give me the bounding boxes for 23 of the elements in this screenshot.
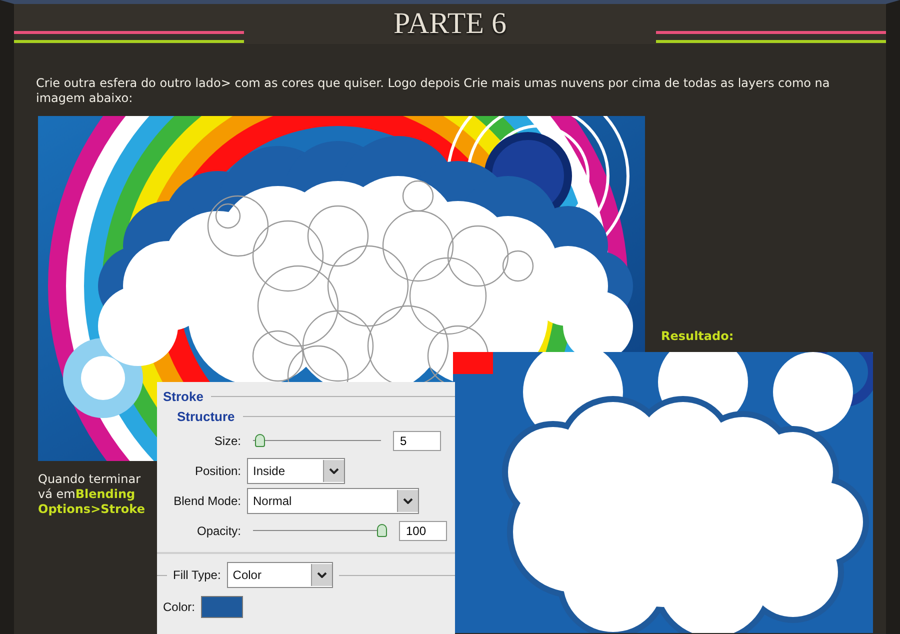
slider-thumb[interactable] — [377, 524, 387, 537]
field-label: Fill Type: — [173, 568, 221, 582]
page-title: PARTE 6 — [394, 7, 506, 41]
section-title: Structure — [177, 408, 235, 424]
field-label: Blend Mode: — [172, 494, 241, 508]
blend-mode-dropdown[interactable]: Normal — [247, 488, 419, 514]
field-label: Opacity: — [196, 524, 241, 538]
field-label: Position: — [194, 464, 241, 478]
chevron-down-icon — [329, 468, 339, 474]
color-swatch[interactable] — [201, 596, 244, 618]
field-label: Size: — [213, 434, 241, 448]
chevron-down-icon — [403, 498, 413, 504]
instruction-text: Quando terminar vá emBlending Options>Stroke — [38, 472, 146, 517]
position-dropdown[interactable]: Inside — [247, 458, 345, 484]
size-input[interactable]: 5 — [393, 431, 441, 451]
field-label: Color: — [162, 600, 196, 614]
opacity-input[interactable]: 100 — [399, 521, 447, 541]
group-title: Stroke — [163, 388, 204, 404]
result-label: Resultado: — [661, 329, 734, 343]
intro-text: Crie outra esfera do outro lado> com as cores que quiser. Logo depois Crie mais umas nuvens por cima de todas as layers como na imagem abaixo: — [36, 76, 831, 106]
slider-thumb[interactable] — [255, 434, 266, 447]
fill-type-dropdown[interactable]: Color — [226, 562, 333, 588]
chevron-down-icon — [316, 572, 327, 578]
